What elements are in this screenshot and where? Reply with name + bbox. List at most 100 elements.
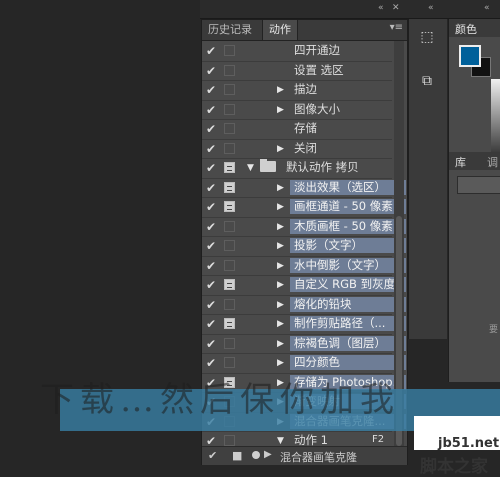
play-icon[interactable]: ▶ bbox=[264, 449, 272, 460]
action-label: 熔化的铅块 bbox=[290, 296, 406, 312]
dialog-toggle-icon[interactable] bbox=[224, 181, 235, 193]
action-row[interactable]: ✔ ▶ 四分颜色 bbox=[202, 353, 406, 374]
expand-arrow-icon[interactable]: ▶ bbox=[277, 103, 284, 117]
check-icon[interactable]: ✔ bbox=[206, 296, 218, 314]
dialog-toggle-icon[interactable] bbox=[224, 103, 235, 115]
dialog-toggle-icon[interactable] bbox=[224, 64, 235, 76]
check-icon[interactable]: ✔ bbox=[206, 159, 218, 177]
check-icon[interactable]: ✔ bbox=[206, 257, 218, 275]
action-row[interactable]: ✔ ▶ 自定义 RGB 到灰度 bbox=[202, 275, 406, 296]
dialog-toggle-icon[interactable] bbox=[224, 318, 235, 329]
check-icon[interactable]: ✔ bbox=[206, 315, 218, 333]
action-label: 自定义 RGB 到灰度 bbox=[290, 277, 406, 292]
check-icon: ✔ bbox=[208, 449, 218, 462]
paths-icon[interactable]: ⧉ bbox=[418, 73, 436, 91]
expand-arrow-icon[interactable]: ▶ bbox=[277, 278, 284, 292]
dialog-toggle-icon[interactable] bbox=[224, 201, 235, 212]
dialog-toggle-icon[interactable] bbox=[224, 337, 235, 349]
check-icon[interactable]: ✔ bbox=[206, 140, 218, 158]
library-dropdown[interactable] bbox=[457, 176, 500, 194]
tab-actions[interactable]: 动作 bbox=[262, 20, 298, 40]
action-row[interactable]: ✔ ▶ 关闭 bbox=[202, 139, 392, 159]
collapse-panels-icon[interactable]: « bbox=[378, 3, 384, 13]
action-row[interactable]: ✔ ▶ 投影（文字） bbox=[202, 236, 406, 257]
dialog-toggle-icon[interactable] bbox=[224, 259, 235, 271]
check-icon[interactable]: ✔ bbox=[206, 276, 218, 294]
dialog-toggle-icon[interactable] bbox=[224, 435, 235, 446]
dialog-toggle-icon[interactable] bbox=[224, 279, 235, 290]
check-icon[interactable]: ✔ bbox=[206, 179, 218, 197]
dialog-toggle-icon[interactable] bbox=[224, 240, 235, 251]
action-row[interactable]: ✔ ▶ 棕褐色调（图层） bbox=[202, 334, 406, 354]
check-icon[interactable]: ✔ bbox=[206, 62, 218, 80]
color-gradient-slider[interactable] bbox=[491, 79, 500, 163]
check-icon[interactable]: ✔ bbox=[206, 120, 218, 138]
action-row[interactable]: ✔ 设置 选区 bbox=[202, 61, 392, 81]
action-row[interactable]: ✔ ▶ 描边 bbox=[202, 80, 392, 101]
expand-arrow-icon[interactable]: ▶ bbox=[277, 337, 284, 351]
tool-column: ⬚ ⧉ bbox=[408, 19, 447, 339]
check-icon[interactable]: ✔ bbox=[206, 81, 218, 99]
dialog-toggle-icon[interactable] bbox=[224, 298, 235, 310]
dialog-toggle-icon[interactable] bbox=[224, 142, 235, 154]
action-row[interactable]: ✔ 存储 bbox=[202, 119, 392, 140]
check-icon[interactable]: ✔ bbox=[206, 42, 218, 60]
expand-arrow-icon[interactable]: ▶ bbox=[277, 298, 284, 312]
action-row[interactable]: ✔ ▶ 画框通道 - 50 像素 bbox=[202, 197, 406, 218]
expand-arrow-icon[interactable]: ▶ bbox=[277, 181, 284, 195]
record-icon[interactable] bbox=[252, 451, 260, 459]
expand-arrow-icon[interactable]: ▶ bbox=[277, 83, 284, 97]
collapse-arrow-icon[interactable]: ▼ bbox=[247, 161, 254, 175]
check-icon[interactable]: ✔ bbox=[206, 354, 218, 372]
action-row[interactable]: ✔ ▶ 木质画框 - 50 像素 bbox=[202, 217, 406, 237]
check-icon[interactable]: ✔ bbox=[206, 335, 218, 353]
expand-arrow-icon[interactable]: ▶ bbox=[277, 317, 284, 331]
action-row[interactable]: ✔ ▶ 图像大小 bbox=[202, 100, 392, 120]
expand-arrow-icon[interactable]: ▶ bbox=[277, 239, 284, 253]
dialog-toggle-icon[interactable] bbox=[224, 357, 235, 368]
action-row[interactable]: ✔ ▶ 熔化的铅块 bbox=[202, 295, 406, 315]
collapse-tools-icon[interactable]: « bbox=[428, 3, 434, 13]
action-label: 存储 bbox=[294, 121, 317, 135]
action-set-row[interactable]: ✔ ▼ 默认动作 拷贝 bbox=[202, 158, 392, 179]
expand-arrow-icon[interactable]: ▶ bbox=[277, 356, 284, 370]
action-row[interactable]: ✔ ▶ 水中倒影（文字） bbox=[202, 256, 406, 276]
panel-menu-icon[interactable]: ▾≡ bbox=[390, 22, 403, 33]
expand-arrow-icon[interactable]: ▶ bbox=[277, 200, 284, 214]
check-icon[interactable]: ✔ bbox=[206, 218, 218, 236]
action-label: 淡出效果（选区） bbox=[290, 179, 406, 195]
dialog-toggle-icon[interactable] bbox=[224, 220, 235, 232]
action-label: 描边 bbox=[294, 82, 317, 96]
check-icon[interactable]: ✔ bbox=[206, 198, 218, 216]
tab-color[interactable]: 颜色 bbox=[455, 21, 477, 37]
library-panel-tabs: 库 调 bbox=[449, 152, 500, 170]
3d-cube-icon[interactable]: ⬚ bbox=[418, 29, 436, 47]
foreground-color-swatch[interactable] bbox=[459, 45, 481, 67]
expand-arrow-icon[interactable]: ▶ bbox=[277, 259, 284, 273]
dialog-toggle-icon[interactable] bbox=[224, 123, 235, 134]
library-side-text: 要 bbox=[489, 325, 499, 335]
action-row[interactable]: ✔ ▶ 制作剪贴路径（... bbox=[202, 314, 406, 335]
watermark-text: 下载…然后保你加我 bbox=[40, 380, 400, 420]
check-icon[interactable]: ✔ bbox=[206, 237, 218, 255]
dialog-toggle-icon[interactable] bbox=[224, 45, 235, 56]
dialog-toggle-icon[interactable] bbox=[224, 162, 235, 173]
action-shortcut: F2 bbox=[372, 434, 385, 445]
expand-arrow-icon[interactable]: ▶ bbox=[277, 142, 284, 156]
panel-tabs: 历史记录 动作 ▾≡ bbox=[202, 20, 407, 41]
tab-adjust[interactable]: 调 bbox=[487, 154, 498, 170]
tab-library[interactable]: 库 bbox=[455, 154, 466, 170]
site-url: jb51.net bbox=[438, 436, 500, 451]
action-label: 棕褐色调（图层） bbox=[290, 335, 406, 351]
action-row[interactable]: ✔ 四开通边 bbox=[202, 41, 392, 62]
collapse-color-icon[interactable]: « bbox=[484, 3, 490, 13]
stop-icon[interactable]: ■ bbox=[232, 449, 242, 462]
action-row[interactable]: ✔ ▶ 淡出效果（选区） bbox=[202, 178, 406, 198]
tab-history[interactable]: 历史记录 bbox=[202, 20, 258, 40]
close-panel-icon[interactable]: ✕ bbox=[392, 3, 400, 13]
check-icon[interactable]: ✔ bbox=[206, 101, 218, 119]
color-panel-tabs: 颜色 bbox=[449, 19, 500, 37]
action-label: 制作剪贴路径（... bbox=[290, 316, 406, 331]
expand-arrow-icon[interactable]: ▶ bbox=[277, 220, 284, 234]
dialog-toggle-icon[interactable] bbox=[224, 84, 235, 95]
